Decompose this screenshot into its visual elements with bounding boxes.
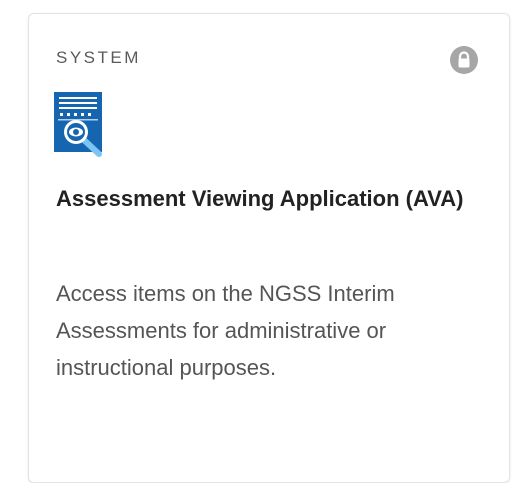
card-title[interactable]: Assessment Viewing Application (AVA) [56,184,476,213]
card-category: SYSTEM [56,48,141,67]
lock-icon [450,46,478,74]
app-card[interactable]: SYSTEM Assessment Viewing Application (A… [28,13,510,483]
assessment-viewer-icon [54,92,102,157]
card-description: Access items on the NGSS Interim Assessm… [56,281,395,380]
